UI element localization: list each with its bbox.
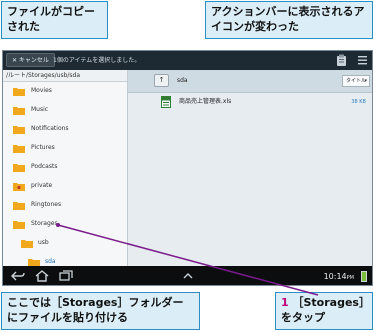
tree-item-pictures[interactable]: Pictures [3, 139, 127, 157]
action-bar: ✕ キャンセル 1個のアイテムを選択しました。 [3, 51, 372, 70]
up-directory-button[interactable]: ↑ [154, 74, 169, 87]
tree-item-label: Podcasts [31, 163, 58, 170]
chevron-down-icon: ▾ [364, 78, 367, 84]
battery-icon [361, 271, 367, 282]
file-name: 商品売上管理表.xls [179, 98, 232, 105]
tablet-screen: ✕ キャンセル 1個のアイテムを選択しました。 /ルート/Storages/us… [2, 50, 373, 286]
tree-item-label: Notifications [31, 125, 69, 132]
tree-item-label: usb [38, 239, 49, 246]
folder-icon [13, 107, 25, 115]
folder-icon [13, 126, 25, 134]
tree-item-label: Ringtones [31, 201, 62, 208]
locked-folder-icon [13, 183, 25, 191]
callout-copied-text: ファイルがコピーされた [7, 5, 95, 33]
tree-item-notifications[interactable]: Notifications [3, 120, 127, 138]
folder-icon [13, 164, 25, 172]
callout-step: 1 ［Storages］をタップ [275, 292, 373, 330]
folder-icon [13, 145, 25, 153]
callout-icon-changed-text: アクションバーに表示されるアイコンが変わった [211, 5, 365, 33]
file-row[interactable]: 商品売上管理表.xls 38 KB [128, 92, 372, 112]
clock: 10:14PM [323, 266, 354, 285]
home-icon[interactable] [35, 270, 49, 282]
cancel-button[interactable]: ✕ キャンセル [6, 53, 55, 67]
file-pane: ↑ sda タイトル ▾ 商品売上管理表.xls 38 KB [127, 70, 372, 266]
clock-suffix: PM [346, 275, 354, 281]
paste-icon[interactable] [336, 54, 347, 66]
sort-dropdown[interactable]: タイトル ▾ [342, 75, 370, 87]
callout-copied: ファイルがコピーされた [1, 1, 108, 39]
menu-icon[interactable] [357, 54, 368, 66]
tree-item-label: Movies [31, 87, 52, 94]
folder-icon [21, 240, 33, 248]
folder-icon [13, 221, 25, 229]
tree-item-music[interactable]: Music [3, 101, 127, 119]
file-size: 38 KB [351, 99, 366, 105]
sort-label: タイトル [346, 78, 367, 84]
tree-item-label: private [31, 182, 53, 189]
callout-paste-here-text: ここでは［Storages］フォルダーにファイルを貼り付ける [7, 296, 184, 324]
step-number: 1 [281, 296, 289, 309]
expand-icon[interactable] [182, 270, 194, 282]
folder-tree: Movies Music Notifications Pictures Podc… [3, 82, 127, 267]
tree-item-private[interactable]: private [3, 177, 127, 195]
path-bar: /ルート/Storages/usb/sda [3, 70, 127, 82]
tree-item-storages[interactable]: Storages [3, 215, 127, 233]
tree-item-ringtones[interactable]: Ringtones [3, 196, 127, 214]
tree-item-label: Pictures [31, 144, 55, 151]
folder-icon [13, 202, 25, 210]
excel-file-icon [161, 96, 171, 108]
clock-time: 10:14 [323, 272, 347, 281]
current-directory-row: ↑ sda タイトル ▾ [128, 70, 372, 93]
tree-item-podcasts[interactable]: Podcasts [3, 158, 127, 176]
folder-icon [13, 88, 25, 96]
tree-item-label: Storages [31, 220, 58, 227]
step-text: ［Storages］をタップ [281, 296, 365, 324]
selection-status: 1個のアイテムを選択しました。 [53, 57, 141, 64]
back-icon[interactable] [11, 270, 25, 282]
callout-paste-here: ここでは［Storages］フォルダーにファイルを貼り付ける [1, 292, 200, 330]
system-nav-bar: 10:14PM [3, 266, 372, 285]
tree-item-usb[interactable]: usb [3, 234, 127, 252]
tree-item-label: Music [31, 106, 49, 113]
recent-apps-icon[interactable] [59, 270, 73, 282]
current-directory-name: sda [177, 77, 188, 84]
tree-item-movies[interactable]: Movies [3, 82, 127, 100]
callout-icon-changed: アクションバーに表示されるアイコンが変わった [205, 1, 373, 39]
